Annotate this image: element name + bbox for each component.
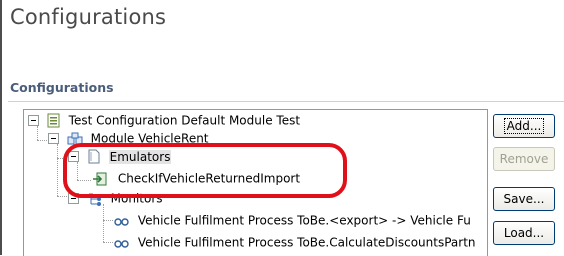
- tree-connector: [103, 204, 104, 242]
- collapse-icon[interactable]: [68, 193, 79, 204]
- tree-node-monitor-item[interactable]: Vehicle Fulfilment Process ToBe.<export>…: [114, 211, 471, 229]
- emulators-folder-icon: [88, 149, 100, 164]
- collapse-icon[interactable]: [68, 151, 79, 162]
- collapse-icon[interactable]: [48, 133, 59, 144]
- load-button[interactable]: Load...: [493, 221, 555, 245]
- module-icon: [67, 132, 83, 144]
- remove-button-label: Remove: [499, 152, 549, 166]
- tree-node-label: Emulators: [108, 149, 172, 164]
- tree-connector: [77, 180, 91, 181]
- tree-node-emulators[interactable]: Emulators: [68, 147, 172, 165]
- load-button-label: Load...: [503, 226, 545, 240]
- tree-node-label: Vehicle Fulfilment Process ToBe.<export>…: [137, 213, 471, 228]
- tree-node-root[interactable]: Test Configuration Default Module Test: [28, 111, 300, 129]
- tree-node-label: Module VehicleRent: [90, 131, 209, 146]
- save-button-label: Save...: [503, 192, 545, 206]
- collapse-icon[interactable]: [28, 115, 39, 126]
- monitor-glasses-icon: [114, 217, 129, 226]
- monitor-glasses-icon: [114, 239, 129, 248]
- tree-connector: [57, 144, 58, 196]
- test-configuration-icon: [47, 113, 60, 128]
- window-edge: [0, 0, 2, 255]
- tree-node-label: CheckIfVehicleReturnedImport: [117, 171, 301, 186]
- add-button[interactable]: Add...: [493, 114, 555, 138]
- tree-node-label: Monitors: [110, 191, 163, 206]
- page-title: Configurations: [10, 5, 167, 29]
- remove-button[interactable]: Remove: [493, 147, 555, 171]
- configuration-tree[interactable]: Test Configuration Default Module Test M…: [23, 109, 488, 256]
- tree-node-label: Test Configuration Default Module Test: [68, 113, 301, 128]
- tree-node-monitor-item[interactable]: Vehicle Fulfilment Process ToBe.Calculat…: [114, 233, 476, 251]
- monitors-icon: [88, 193, 101, 206]
- tree-connector: [103, 242, 113, 243]
- section-divider: [8, 101, 564, 102]
- add-button-label: Add...: [503, 118, 545, 134]
- import-emulator-icon: [93, 172, 107, 185]
- tree-node-emulator-item[interactable]: CheckIfVehicleReturnedImport: [92, 169, 300, 187]
- tree-node-label: Vehicle Fulfilment Process ToBe.Calculat…: [137, 235, 476, 250]
- tree-node-module[interactable]: Module VehicleRent: [48, 129, 209, 147]
- section-header: Configurations: [10, 80, 114, 95]
- tree-connector: [103, 220, 113, 221]
- save-button[interactable]: Save...: [493, 187, 555, 211]
- tree-node-monitors[interactable]: Monitors: [68, 189, 163, 207]
